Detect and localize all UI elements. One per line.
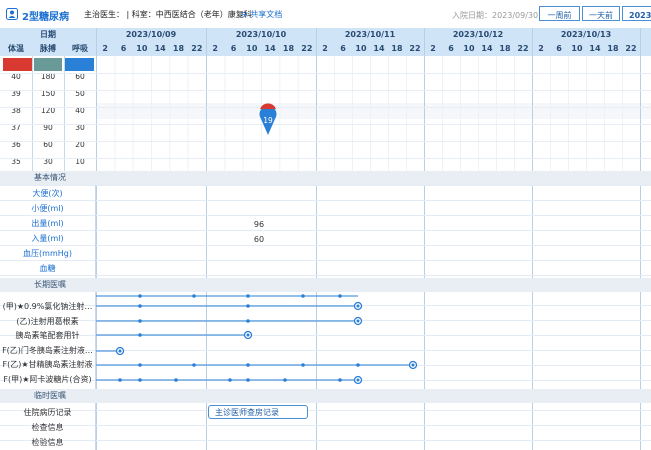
order-dose-dot — [138, 319, 142, 323]
section-long-term: 长期医嘱 — [0, 278, 651, 292]
basic-row-label: 出量(ml) — [31, 219, 64, 228]
temp-row-label: 检验信息 — [31, 438, 64, 447]
order-dose-dot — [246, 294, 250, 298]
order-dose-dot — [174, 378, 178, 382]
order-dose-dot — [338, 294, 342, 298]
order-dose-dot — [192, 363, 196, 367]
order-row-label[interactable]: F(乙)★甘精胰岛素注射液 — [0, 358, 95, 372]
order-row-label[interactable]: (甲)★0.9%氯化钠注射… — [0, 300, 95, 314]
section-basic: 基本情况 — [0, 171, 651, 185]
output-value: 96 — [253, 220, 265, 229]
prev-day-button[interactable]: 一天前 — [582, 6, 620, 21]
order-end-marker-core — [118, 349, 122, 353]
basic-row-label: 小便(ml) — [31, 204, 64, 213]
temp-row-label: 住院病历记录 — [23, 408, 72, 417]
order-dose-dot — [138, 294, 142, 298]
temp-row-label: 检查信息 — [31, 423, 64, 432]
intake-value: 60 — [253, 235, 265, 244]
basic-row-label: 大便(次) — [32, 189, 63, 198]
order-dose-dot — [138, 378, 142, 382]
basic-row-label: 入量(ml) — [31, 234, 64, 243]
order-row-label[interactable]: (乙)注射用葛根素 — [0, 315, 95, 329]
order-dose-dot — [138, 304, 142, 308]
order-dose-dot — [246, 304, 250, 308]
order-end-marker-core — [356, 378, 360, 382]
order-dose-dot — [283, 378, 287, 382]
doctor-dept: 主治医生： | 科室：中西医结合（老年）康复科 — [84, 10, 252, 19]
share-doc-link[interactable]: ⊖ 共享文档 — [241, 9, 282, 20]
order-dose-dot — [138, 363, 142, 367]
admit-date: 入院日期：2023/09/30 — [452, 11, 539, 20]
order-row-label[interactable]: F(甲)★阿卡波糖片(合资) — [0, 373, 95, 387]
attending-round-record-tag[interactable]: 主诊医师查房记录 — [208, 405, 308, 419]
order-dose-dot — [246, 378, 250, 382]
order-row-label[interactable]: F(乙)门冬胰岛素注射液… — [0, 344, 95, 358]
order-dose-dot — [301, 363, 305, 367]
marker-label: 19 — [263, 116, 273, 125]
order-end-marker-core — [411, 363, 415, 367]
basic-row-label: 血糖 — [39, 264, 56, 273]
order-dose-dot — [356, 363, 360, 367]
section-temporary: 临时医嘱 — [0, 389, 651, 403]
order-end-marker-core — [246, 333, 250, 337]
user-icon — [6, 8, 18, 20]
order-row-label[interactable]: 胰岛素笔配套用针 — [0, 329, 95, 343]
basic-row-label: 血压(mmHg) — [23, 249, 72, 258]
order-dose-dot — [138, 333, 142, 337]
top-bar: 2型糖尿病 主治医生： | 科室：中西医结合（老年）康复科 ⊖ 共享文档 入院日… — [0, 0, 651, 29]
order-dose-dot — [301, 294, 305, 298]
order-dose-dot — [338, 378, 342, 382]
order-end-marker-core — [356, 304, 360, 308]
normal-band — [96, 103, 651, 119]
diagnosis-title: 2型糖尿病 — [22, 12, 69, 23]
order-dose-dot — [228, 378, 232, 382]
temperature-chart-grid: 日期 2023/10/09 2023/10/10 2023/10/11 2023… — [0, 28, 651, 450]
order-dose-dot — [246, 363, 250, 367]
order-end-marker-core — [356, 319, 360, 323]
vital-marker[interactable]: 19 — [258, 99, 278, 135]
prev-week-button[interactable]: 一周前 — [539, 6, 580, 21]
order-dose-dot — [246, 319, 250, 323]
order-dose-dot — [192, 294, 196, 298]
year-button[interactable]: 2023 — [622, 6, 651, 21]
order-dose-dot — [118, 378, 122, 382]
chart-lines — [0, 28, 651, 450]
